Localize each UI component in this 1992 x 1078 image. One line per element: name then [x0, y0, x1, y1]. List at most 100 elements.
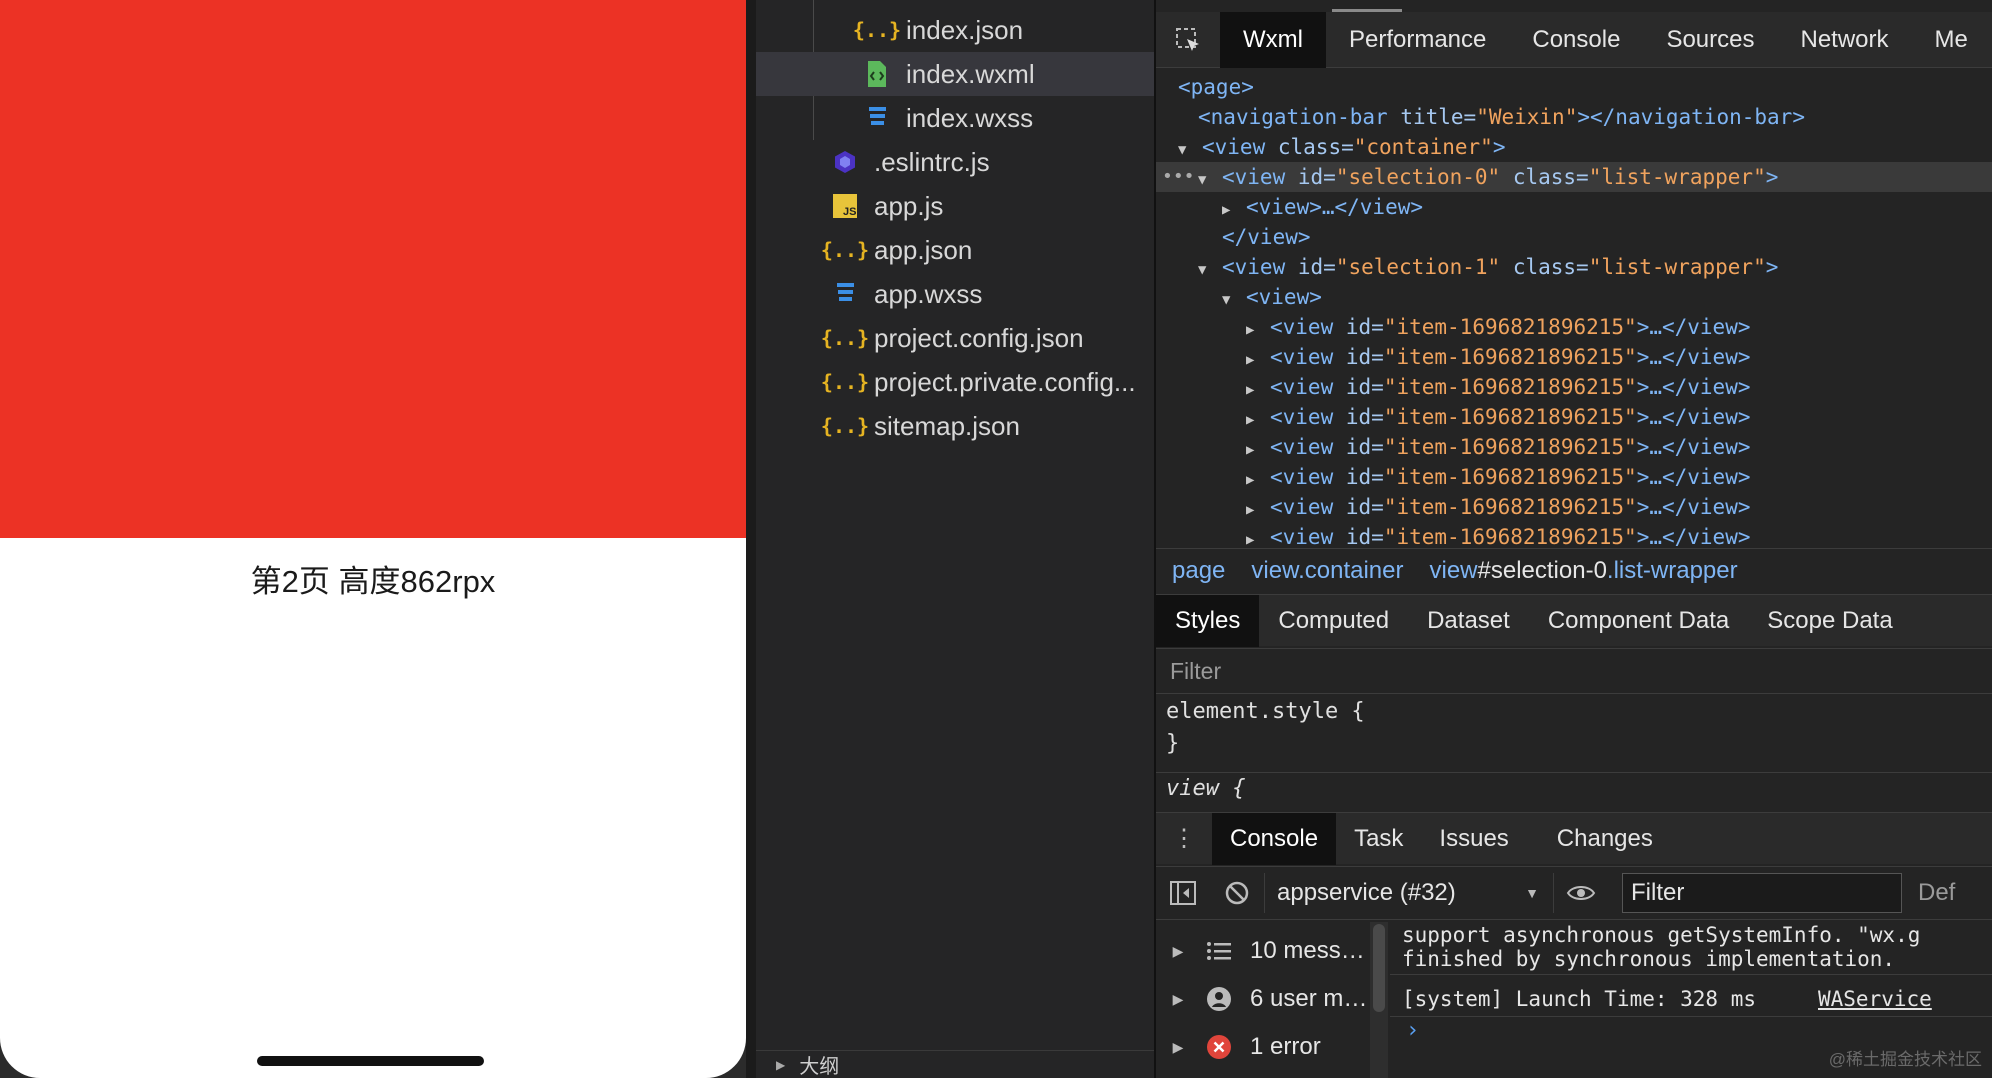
wxml-icon — [862, 59, 892, 89]
dom-node-selection-0[interactable]: ••• ▼ <view id="selection-0" class="list-… — [1156, 162, 1992, 192]
tab-scope-data[interactable]: Scope Data — [1748, 595, 1911, 647]
dom-node-item[interactable]: ▶ <view id="item-1696821896215">…</view> — [1156, 312, 1992, 342]
json-icon: {..} — [820, 238, 870, 262]
tab-console[interactable]: Console — [1509, 12, 1643, 68]
collapse-arrow-icon[interactable]: ▶ — [1246, 465, 1270, 495]
file-item[interactable]: app.wxss — [756, 272, 1154, 316]
file-name: app.js — [874, 190, 944, 221]
breadcrumb-container[interactable]: view.container — [1251, 557, 1403, 585]
file-item[interactable]: {..} sitemap.json — [756, 404, 1154, 448]
collapse-arrow-icon[interactable]: ▶ — [1246, 375, 1270, 405]
sidebar-messages[interactable]: ▶ 10 mess… — [1156, 928, 1370, 974]
breadcrumb-selection[interactable]: view#selection-0.list-wrapper — [1429, 557, 1737, 585]
default-levels-dropdown[interactable]: Def — [1918, 879, 1955, 907]
dom-node-item[interactable]: ▶ <view id="item-1696821896215">…</view> — [1156, 372, 1992, 402]
divider — [1390, 1016, 1992, 1017]
view-style-rule: view { — [1166, 776, 1246, 801]
file-item[interactable]: {..} index.json — [756, 8, 1154, 52]
kebab-menu-icon[interactable]: ⋮ — [1156, 813, 1212, 865]
console-prompt[interactable]: › — [1406, 1018, 1419, 1043]
clear-console-icon[interactable] — [1210, 866, 1264, 920]
dom-node-item[interactable]: ▶ <view id="item-1696821896215">…</view> — [1156, 432, 1992, 462]
dom-node-inner-view[interactable]: ▼ <view> — [1156, 282, 1992, 312]
expand-arrow-icon[interactable]: ▼ — [1178, 135, 1202, 165]
styles-filter-input[interactable]: Filter — [1156, 648, 1992, 694]
chevron-right-icon: ▶ — [1172, 942, 1184, 959]
dom-node-item[interactable]: ▶ <view id="item-1696821896215">…</view> — [1156, 342, 1992, 372]
drawer-tab-changes[interactable]: Changes — [1539, 813, 1671, 865]
file-name: index.wxml — [906, 58, 1035, 89]
tab-component-data[interactable]: Component Data — [1529, 595, 1748, 647]
context-selector[interactable]: appservice (#32) ▼ — [1264, 873, 1554, 913]
phone-screen: 第2页 高度862rpx — [0, 0, 746, 1078]
sidebar-errors[interactable]: ▶ 1 error — [1156, 1024, 1370, 1070]
chevron-right-icon: ▶ — [1172, 1038, 1184, 1055]
file-item-selected[interactable]: index.wxml — [756, 52, 1154, 96]
error-icon — [1200, 1032, 1238, 1062]
sidebar-user-messages[interactable]: ▶ 6 user m… — [1156, 976, 1370, 1022]
tab-dataset[interactable]: Dataset — [1408, 595, 1529, 647]
tab-wxml[interactable]: Wxml — [1220, 11, 1326, 68]
more-dots-icon[interactable]: ••• — [1162, 162, 1195, 192]
tab-computed[interactable]: Computed — [1259, 595, 1408, 647]
file-item[interactable]: index.wxss — [756, 96, 1154, 140]
file-item[interactable]: {..} project.private.config... — [756, 360, 1154, 404]
tab-more[interactable]: Me — [1912, 12, 1991, 68]
sidebar-toggle-icon[interactable] — [1156, 866, 1210, 920]
file-item[interactable]: {..} project.config.json — [756, 316, 1154, 360]
expand-arrow-icon[interactable]: ▼ — [1198, 255, 1222, 285]
source-link[interactable]: WAService — [1818, 984, 1932, 1014]
drawer-tab-task[interactable]: Task — [1336, 813, 1421, 865]
eslint-icon — [830, 147, 860, 177]
home-indicator — [257, 1056, 484, 1066]
collapse-arrow-icon[interactable]: ▶ — [1246, 405, 1270, 435]
console-toolbar: appservice (#32) ▼ Filter Def — [1156, 866, 1992, 920]
json-icon: {..} — [820, 326, 870, 350]
file-name: app.json — [874, 234, 973, 265]
expand-arrow-icon[interactable]: ▼ — [1222, 285, 1246, 315]
file-name: index.json — [906, 14, 1024, 45]
dom-node-item[interactable]: ▶ <view id="item-1696821896215">…</view> — [1156, 462, 1992, 492]
chevron-down-icon: ▼ — [1525, 885, 1539, 901]
tab-performance[interactable]: Performance — [1326, 12, 1509, 68]
json-icon: {..} — [852, 18, 902, 42]
dom-node-navigation-bar[interactable]: <navigation-bar title="Weixin"></navigat… — [1156, 102, 1992, 132]
tab-sources[interactable]: Sources — [1643, 12, 1777, 68]
user-icon — [1200, 984, 1238, 1014]
eye-icon[interactable] — [1554, 866, 1608, 920]
collapse-arrow-icon[interactable]: ▶ — [1246, 435, 1270, 465]
file-item[interactable]: JS app.js — [756, 184, 1154, 228]
collapse-arrow-icon[interactable]: ▶ — [1246, 525, 1270, 548]
outline-section[interactable]: ▶ 大纲 — [756, 1050, 1154, 1078]
console-message: finished by synchronous implementation. — [1402, 947, 1896, 971]
dom-node-collapsed-view[interactable]: ▶ <view>…</view> — [1156, 192, 1992, 222]
collapse-arrow-icon[interactable]: ▶ — [1222, 195, 1246, 225]
dom-node-selection-1[interactable]: ▼ <view id="selection-1" class="list-wrap… — [1156, 252, 1992, 282]
collapse-arrow-icon[interactable]: ▶ — [1246, 345, 1270, 375]
tab-network[interactable]: Network — [1777, 12, 1911, 68]
drawer-tab-console[interactable]: Console — [1212, 812, 1337, 865]
dom-node-item[interactable]: ▶ <view id="item-1696821896215">…</view> — [1156, 522, 1992, 548]
file-item[interactable]: {..} app.json — [756, 228, 1154, 272]
outline-label: 大纲 — [799, 1056, 840, 1078]
console-filter-input[interactable]: Filter — [1622, 873, 1902, 913]
inspect-element-icon[interactable] — [1156, 12, 1220, 68]
file-item[interactable]: .eslintrc.js — [756, 140, 1154, 184]
tab-styles[interactable]: Styles — [1156, 594, 1260, 647]
dom-node-page[interactable]: <page> — [1156, 72, 1992, 102]
js-icon: JS — [830, 191, 860, 221]
dom-node-item[interactable]: ▶ <view id="item-1696821896215">…</view> — [1156, 402, 1992, 432]
file-name: project.private.config... — [874, 366, 1136, 397]
dom-node-item[interactable]: ▶ <view id="item-1696821896215">…</view> — [1156, 492, 1992, 522]
collapse-arrow-icon[interactable]: ▶ — [1246, 495, 1270, 525]
dom-node-container[interactable]: ▼ <view class="container"> — [1156, 132, 1992, 162]
file-name: index.wxss — [906, 102, 1034, 133]
file-name: project.config.json — [874, 322, 1084, 353]
sidebar-scrollbar-thumb[interactable] — [1373, 924, 1385, 1012]
breadcrumb-page[interactable]: page — [1172, 557, 1225, 585]
drawer-tabbar: ⋮ Console Task Issues Changes — [1156, 812, 1992, 865]
drawer-tab-issues[interactable]: Issues — [1421, 813, 1526, 865]
file-name: app.wxss — [874, 278, 983, 309]
expand-arrow-icon[interactable]: ▼ — [1198, 165, 1222, 195]
collapse-arrow-icon[interactable]: ▶ — [1246, 315, 1270, 345]
